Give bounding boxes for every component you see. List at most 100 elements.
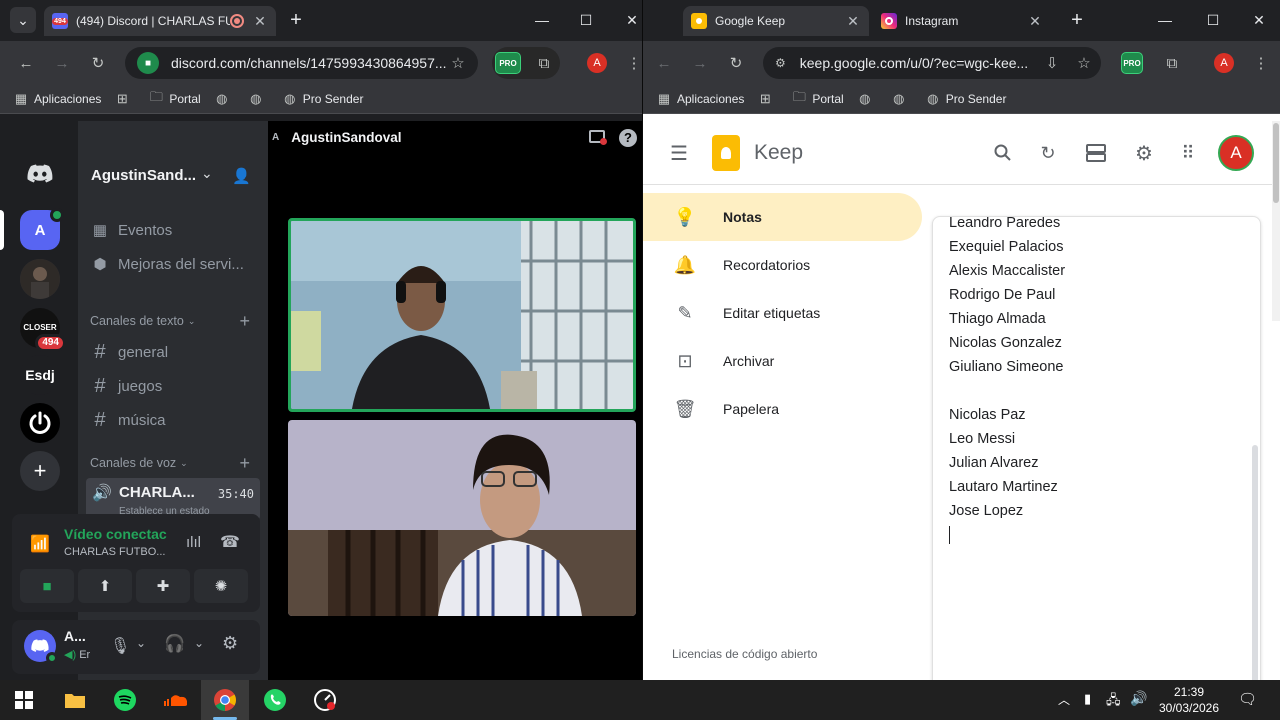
video-tile-camera[interactable]: [288, 420, 636, 616]
gear-icon[interactable]: ⚙: [1132, 141, 1156, 165]
bookmark-pro-sender[interactable]: ◍ Pro Sender: [283, 91, 363, 106]
close-window-button[interactable]: ✕: [1247, 8, 1271, 32]
note-scrollbar[interactable]: [1252, 445, 1258, 680]
bookmark-portal[interactable]: 🗀 Portal: [792, 89, 844, 106]
bookmark-globe-2[interactable]: ◍: [249, 91, 269, 106]
new-tab-button[interactable]: +: [284, 8, 308, 32]
bookmark-grid[interactable]: ⊞: [758, 91, 778, 106]
pro-sender-extension-icon[interactable]: PRO: [495, 52, 521, 74]
channel-general[interactable]: # general: [90, 341, 258, 364]
note-line[interactable]: Lautaro Martinez: [933, 475, 1260, 499]
nav-editar-etiquetas[interactable]: ✎ Editar etiquetas: [643, 289, 922, 337]
discord-home-icon[interactable]: [20, 154, 60, 194]
extensions-icon[interactable]: ⧉: [532, 51, 556, 75]
camera-button[interactable]: ■: [20, 569, 74, 603]
bookmark-aplicaciones[interactable]: ▦ Aplicaciones: [14, 91, 102, 106]
pro-sender-extension-icon[interactable]: PRO: [1121, 52, 1143, 74]
note-line[interactable]: Julian Alvarez: [933, 451, 1260, 475]
minimize-button[interactable]: —: [530, 8, 554, 32]
bookmark-grid[interactable]: ⊞: [115, 91, 135, 106]
note-line[interactable]: Leandro Paredes: [933, 217, 1260, 235]
close-tab-icon[interactable]: ✕: [1027, 13, 1043, 30]
menu-kebab-icon[interactable]: ⋮: [622, 51, 643, 75]
microphone-icon[interactable]: 🎙: [110, 636, 130, 656]
maximize-button[interactable]: ☐: [1201, 8, 1225, 32]
gear-icon[interactable]: ⚙: [222, 633, 238, 654]
volume-icon[interactable]: 🔊: [1130, 690, 1147, 707]
extensions-icon[interactable]: ⧉: [1160, 51, 1184, 75]
add-channel-icon[interactable]: +: [239, 453, 250, 474]
menu-kebab-icon[interactable]: ⋮: [1249, 51, 1273, 75]
close-window-button[interactable]: ✕: [620, 8, 643, 32]
file-explorer-icon[interactable]: [63, 688, 87, 712]
bookmark-portal[interactable]: 🗀 Portal: [149, 89, 201, 106]
user-avatar[interactable]: [24, 630, 58, 664]
nav-notas[interactable]: 💡 Notas: [643, 193, 922, 241]
bookmark-globe-2[interactable]: ◍: [892, 91, 912, 106]
bookmark-pro-sender[interactable]: ◍ Pro Sender: [926, 91, 1006, 106]
network-icon[interactable]: 🖧: [1106, 691, 1121, 713]
channel-juegos[interactable]: # juegos: [90, 375, 258, 398]
maximize-button[interactable]: ☐: [574, 8, 598, 32]
tab-discord[interactable]: 494 (494) Discord | CHARLAS FU ✕: [44, 6, 276, 36]
note-line[interactable]: [933, 379, 1260, 403]
note-line[interactable]: Jose Lopez: [933, 499, 1260, 523]
nav-papelera[interactable]: 🗑 Papelera: [643, 385, 922, 433]
chevron-down-icon[interactable]: ⌄: [194, 636, 204, 650]
windows-start-icon[interactable]: [12, 688, 36, 712]
address-bar[interactable]: ■ discord.com/channels/1475993430864957.…: [125, 47, 478, 79]
search-icon[interactable]: [991, 141, 1015, 165]
bookmark-aplicaciones[interactable]: ▦ Aplicaciones: [657, 91, 745, 106]
speedtest-icon[interactable]: [313, 688, 337, 712]
channel-musica[interactable]: # música: [90, 409, 258, 432]
reload-button[interactable]: ↻: [86, 51, 110, 75]
server-avatar-photo[interactable]: [20, 259, 60, 299]
keep-logo-icon[interactable]: [712, 135, 740, 171]
note-editor[interactable]: Leandro Paredes Exequiel Palacios Alexis M…: [932, 216, 1261, 680]
page-scrollbar[interactable]: [1272, 121, 1280, 321]
bookmark-star-icon[interactable]: ☆: [1072, 51, 1096, 75]
google-apps-icon[interactable]: ⠿: [1176, 141, 1200, 165]
note-body[interactable]: Leandro Paredes Exequiel Palacios Alexis M…: [933, 217, 1260, 523]
note-line[interactable]: Exequiel Palacios: [933, 235, 1260, 259]
list-view-icon[interactable]: [1084, 141, 1108, 165]
note-line[interactable]: Rodrigo De Paul: [933, 283, 1260, 307]
nav-archivar[interactable]: ⊡ Archivar: [643, 337, 922, 385]
minimize-button[interactable]: —: [1153, 8, 1177, 32]
site-settings-icon[interactable]: ⚙: [775, 56, 786, 70]
forward-button[interactable]: →: [50, 51, 74, 75]
chrome-icon[interactable]: [213, 688, 237, 712]
nav-recordatorios[interactable]: 🔔 Recordatorios: [643, 241, 922, 289]
channel-mejoras[interactable]: ⬢ Mejoras del servi...: [90, 255, 258, 274]
note-line[interactable]: Giuliano Simeone: [933, 355, 1260, 379]
popout-icon[interactable]: [589, 130, 607, 145]
note-line[interactable]: Alexis Maccalister: [933, 259, 1260, 283]
notifications-icon[interactable]: 🗨: [1238, 690, 1257, 708]
server-power-icon[interactable]: [20, 403, 60, 443]
back-button[interactable]: ←: [652, 51, 676, 75]
screen-share-button[interactable]: ⬆: [78, 569, 132, 603]
whatsapp-icon[interactable]: [263, 688, 287, 712]
new-tab-button[interactable]: +: [1065, 8, 1089, 32]
soundboard-icon[interactable]: ılıl: [186, 534, 201, 551]
account-avatar[interactable]: A: [1218, 135, 1254, 171]
profile-avatar[interactable]: A: [587, 53, 607, 73]
soundboard-button[interactable]: ✺: [194, 569, 248, 603]
video-tile-speaking[interactable]: [288, 218, 636, 412]
reload-button[interactable]: ↻: [724, 51, 748, 75]
server-agustin[interactable]: A: [20, 208, 64, 250]
note-line[interactable]: Nicolas Paz: [933, 403, 1260, 427]
back-button[interactable]: ←: [14, 51, 38, 75]
category-text[interactable]: Canales de texto ⌄ +: [90, 311, 258, 331]
headphones-icon[interactable]: 🎧: [164, 634, 185, 654]
profile-avatar[interactable]: A: [1214, 53, 1234, 73]
server-closer[interactable]: CLOSER 494: [20, 308, 66, 352]
tab-instagram[interactable]: Instagram ✕: [873, 6, 1051, 36]
tab-google-keep[interactable]: Google Keep ✕: [683, 6, 869, 36]
signal-icon[interactable]: 📶: [30, 534, 50, 554]
activities-button[interactable]: ✚: [136, 569, 190, 603]
category-voice[interactable]: Canales de voz ⌄ +: [90, 453, 258, 473]
bookmark-globe-1[interactable]: ◍: [215, 91, 235, 106]
close-tab-icon[interactable]: ✕: [845, 13, 861, 30]
invite-user-icon[interactable]: 👤: [232, 167, 251, 185]
